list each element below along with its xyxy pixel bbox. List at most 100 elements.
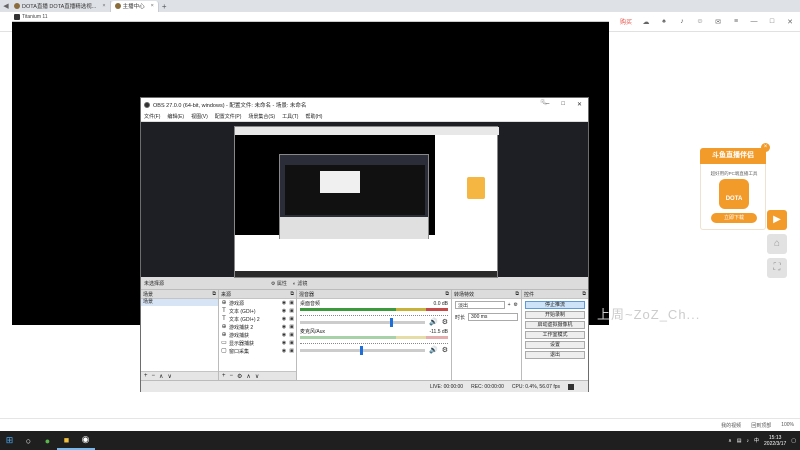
add-transition-icon[interactable]: + — [508, 302, 511, 308]
buy-link[interactable]: 购买 — [620, 17, 632, 26]
lock-icon[interactable]: ▣ — [289, 324, 294, 330]
back-icon[interactable]: ◀ — [2, 2, 10, 10]
lock-icon[interactable]: ▣ — [289, 348, 294, 354]
undock-icon[interactable]: ⧉ — [290, 291, 296, 297]
lock-icon[interactable]: ▣ — [289, 332, 294, 338]
filters-button[interactable]: ◐ 滤镜 — [293, 280, 307, 287]
add-scene-button[interactable]: + — [144, 373, 148, 379]
windows-start-icon[interactable]: ⊞ — [0, 431, 19, 450]
menu-file[interactable]: 文件(F) — [144, 113, 160, 120]
volume-slider-handle[interactable] — [360, 345, 363, 355]
browser-tab-2[interactable]: 主播中心 × — [110, 0, 159, 12]
profile-icon[interactable]: ☺ — [696, 18, 704, 26]
maximize-icon[interactable]: □ — [768, 18, 776, 26]
remove-scene-button[interactable]: − — [152, 373, 156, 379]
speaker-icon[interactable]: 🔊 — [429, 318, 438, 326]
my-videos-link[interactable]: 我的视频 — [721, 422, 741, 429]
gear-icon[interactable]: ⚙ — [514, 302, 518, 308]
close-icon[interactable]: ✕ — [786, 18, 794, 26]
exit-button[interactable]: 退出 — [525, 351, 585, 359]
zoom-level[interactable]: 100% — [781, 422, 794, 428]
visibility-icon[interactable]: ◉ — [282, 324, 286, 330]
undock-icon[interactable]: ⧉ — [515, 291, 521, 297]
obs-preview[interactable] — [141, 122, 588, 278]
promo-close-icon[interactable]: × — [761, 143, 770, 152]
duration-input[interactable]: 300 ms — [468, 313, 518, 321]
menu-icon[interactable]: ≡ — [732, 18, 740, 26]
source-item[interactable]: ▭ 显示器捕获 ◉ ▣ — [219, 339, 296, 347]
back-to-top-link[interactable]: 回到顶部 — [751, 422, 771, 429]
tray-chevron-icon[interactable]: ∧ — [728, 438, 732, 444]
visibility-icon[interactable]: ◉ — [282, 340, 286, 346]
start-recording-button[interactable]: 开始录制 — [525, 311, 585, 319]
bell-icon[interactable]: ♪ — [678, 18, 686, 26]
undock-icon[interactable]: ⧉ — [582, 291, 588, 297]
visibility-icon[interactable]: ◉ — [282, 332, 286, 338]
visibility-icon[interactable]: ◉ — [282, 308, 286, 314]
source-item[interactable]: ⊕ 游戏捕获 2 ◉ ▣ — [219, 323, 296, 331]
search-icon[interactable]: ○ — [19, 431, 38, 450]
browser-tab-1[interactable]: DOTA直播 DOTA直播精选视... × — [10, 0, 111, 12]
gear-icon[interactable]: ⚙ — [442, 318, 448, 326]
menu-profile[interactable]: 配置文件(P) — [215, 113, 242, 120]
close-tab-icon[interactable]: × — [151, 3, 154, 9]
lock-icon[interactable]: ▣ — [289, 308, 294, 314]
volume-slider[interactable] — [300, 317, 425, 327]
menu-help[interactable]: 帮助(H) — [305, 113, 322, 120]
add-source-button[interactable]: + — [222, 373, 226, 379]
source-properties-gear-icon[interactable]: ⚙ — [237, 373, 242, 380]
obs-titlebar[interactable]: OBS 27.0.0 (64-bit, windows) - 配置文件: 未命名… — [141, 98, 588, 111]
source-item[interactable]: ▢ 窗口采集 ◉ ▣ — [219, 347, 296, 355]
source-item[interactable]: T 文本 (GDI+) 2 ◉ ▣ — [219, 315, 296, 323]
properties-button[interactable]: ⚙ 属性 — [271, 280, 287, 287]
chat-icon[interactable]: ☁ — [642, 18, 650, 26]
notification-icon[interactable]: ▢ — [791, 438, 796, 444]
source-item[interactable]: ⊕ 游戏源 ◉ ▣ — [219, 299, 296, 307]
lock-icon[interactable]: ▣ — [289, 340, 294, 346]
fullscreen-icon[interactable]: ⛶ — [767, 258, 787, 278]
move-up-icon[interactable]: ∧ — [246, 373, 250, 380]
home-icon[interactable]: ⌂ — [767, 234, 787, 254]
lock-icon[interactable]: ▣ — [289, 300, 294, 306]
menu-edit[interactable]: 编辑(E) — [167, 113, 184, 120]
mail-icon[interactable]: ✉ — [714, 18, 722, 26]
undock-icon[interactable]: ⧉ — [212, 291, 218, 297]
settings-button[interactable]: 设置 — [525, 341, 585, 349]
virtual-camera-button[interactable]: 启动虚拟摄像机 — [525, 321, 585, 329]
source-item[interactable]: ⊕ 游戏捕获 ◉ ▣ — [219, 331, 296, 339]
move-up-icon[interactable]: ∧ — [159, 373, 163, 380]
menu-tools[interactable]: 工具(T) — [282, 113, 298, 120]
volume-slider[interactable] — [300, 345, 425, 355]
move-down-icon[interactable]: ∨ — [255, 373, 259, 380]
remove-source-button[interactable]: − — [230, 373, 234, 379]
minimize-icon[interactable]: — — [750, 18, 758, 26]
close-tab-icon[interactable]: × — [102, 3, 105, 9]
move-down-icon[interactable]: ∨ — [167, 373, 171, 380]
undock-icon[interactable]: ⧉ — [445, 291, 451, 297]
obs-taskbar-icon[interactable]: ◉ — [76, 431, 95, 450]
clock[interactable]: 15:13 2022/3/17 — [764, 435, 786, 447]
input-method-icon[interactable]: 中 — [754, 437, 759, 444]
network-icon[interactable]: ▤ — [737, 438, 742, 444]
game-icon[interactable]: ♠ — [660, 18, 668, 26]
transition-select[interactable]: 淡出 — [455, 301, 505, 309]
speaker-icon[interactable]: ♪ — [747, 438, 750, 444]
visibility-icon[interactable]: ◉ — [282, 348, 286, 354]
obs-maximize-button[interactable]: □ — [561, 101, 565, 108]
scene-list-item[interactable]: 场景 — [141, 299, 218, 306]
speaker-icon[interactable]: 🔊 — [429, 346, 438, 354]
studio-mode-button[interactable]: 工作室模式 — [525, 331, 585, 339]
menu-view[interactable]: 视图(V) — [191, 113, 208, 120]
visibility-icon[interactable]: ◉ — [282, 316, 286, 322]
promo-download-button[interactable]: 立即下载 — [711, 213, 757, 223]
obs-close-button[interactable]: ✕ — [577, 101, 582, 108]
lock-icon[interactable]: ▣ — [289, 316, 294, 322]
capture-window-titlebar[interactable]: Titanium 11 — [12, 12, 609, 22]
menu-scene-collection[interactable]: 场景集合(S) — [248, 113, 275, 120]
stop-streaming-button[interactable]: 停止推流 — [525, 301, 585, 309]
play-icon[interactable]: ▶ — [767, 210, 787, 230]
volume-slider-handle[interactable] — [390, 317, 393, 327]
app-icon[interactable]: ■ — [57, 431, 76, 450]
gear-icon[interactable]: ⚙ — [442, 346, 448, 354]
browser-icon[interactable]: ● — [38, 431, 57, 450]
